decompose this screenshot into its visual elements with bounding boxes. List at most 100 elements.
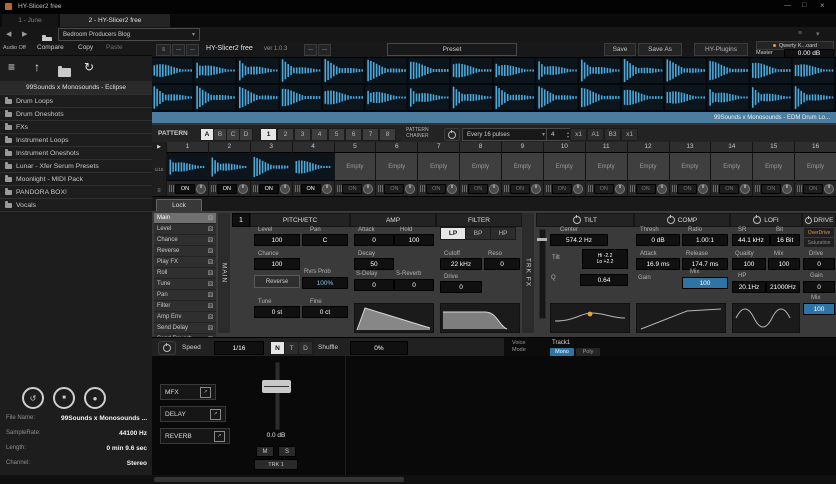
back-arrow-icon[interactable]: ◀ xyxy=(6,30,11,38)
shuffle-value[interactable]: 0% xyxy=(350,341,408,355)
param-item-play-fx[interactable]: Play FX⚄ xyxy=(154,257,216,268)
param-item-amp-env[interactable]: Amp Env⚄ xyxy=(154,312,216,323)
menu-slot-icon[interactable]: — xyxy=(172,44,185,56)
preset-dropdown[interactable]: Preset xyxy=(387,43,517,56)
tilt-trim-slider[interactable] xyxy=(539,229,546,319)
sr-value[interactable]: 44.1 kHz xyxy=(732,234,770,246)
pattern-slot-1[interactable]: 1 xyxy=(260,128,277,141)
comp-mix-value[interactable]: 100 xyxy=(682,277,728,289)
tab-june[interactable]: 1 - June xyxy=(2,14,58,27)
level-value[interactable]: 100 xyxy=(254,234,300,246)
slice-level-knob[interactable] xyxy=(196,184,206,194)
poly-button[interactable]: Poly xyxy=(576,348,600,356)
list-item-pandora-box[interactable]: PANDORA BOX! xyxy=(0,186,152,199)
slice-level-knob[interactable] xyxy=(489,184,499,194)
fine-value[interactable]: 0 ct xyxy=(302,306,348,318)
solo-button[interactable]: S xyxy=(278,446,296,457)
note-mode-n-button[interactable]: N xyxy=(270,341,285,355)
slice-on-button[interactable]: ON xyxy=(510,184,530,194)
comp-attack-value[interactable]: 16.9 ms xyxy=(636,258,680,270)
fader-value[interactable]: 0.0 dB xyxy=(251,432,301,439)
dice-icon[interactable]: ⚄ xyxy=(208,292,213,299)
slice-on-button[interactable]: ON xyxy=(719,184,739,194)
chain-step-4[interactable]: x1 xyxy=(621,128,638,141)
scrollbar-handle[interactable] xyxy=(154,477,404,482)
slice-7[interactable]: 7EmptyON xyxy=(417,142,459,196)
slice-level-knob[interactable] xyxy=(740,184,750,194)
q-value[interactable]: 0.64 xyxy=(580,274,628,286)
slice-on-button[interactable]: ON xyxy=(803,184,823,194)
slice-9[interactable]: 9EmptyON xyxy=(501,142,543,196)
param-item-level[interactable]: Level⚄ xyxy=(154,224,216,235)
drive-value[interactable]: 0 xyxy=(803,258,835,270)
reverse-button[interactable]: Reverse xyxy=(254,275,300,288)
menu-slot-icon[interactable]: — xyxy=(304,44,317,56)
grid-rate-value[interactable]: 1/16 xyxy=(155,167,164,172)
bit-value[interactable]: 16 Bit xyxy=(770,234,800,246)
slice-level-knob[interactable] xyxy=(280,184,290,194)
grid-menu-icon[interactable]: ≡ xyxy=(157,188,161,194)
import-icon[interactable]: ↑ xyxy=(34,60,40,74)
slice-13[interactable]: 13EmptyON xyxy=(669,142,711,196)
slice-11[interactable]: 11EmptyON xyxy=(585,142,627,196)
slice-16[interactable]: 16EmptyON xyxy=(794,142,836,196)
pattern-bank-b[interactable]: B xyxy=(213,128,227,141)
pattern-slot-6[interactable]: 6 xyxy=(345,128,362,141)
slice-level-knob[interactable] xyxy=(447,184,457,194)
tilt-power-icon[interactable] xyxy=(573,216,581,224)
save-as-button[interactable]: Save As xyxy=(638,43,682,56)
loop-button[interactable]: ↺ xyxy=(22,387,44,409)
delay-button[interactable]: DELAY ↗ xyxy=(160,406,226,422)
speed-power-button[interactable] xyxy=(158,341,176,355)
reso-value[interactable]: 0 xyxy=(484,258,520,270)
dice-icon[interactable]: ⚄ xyxy=(208,259,213,266)
slice-on-button[interactable]: ON xyxy=(175,184,195,194)
popout-icon[interactable]: ↗ xyxy=(200,387,211,398)
compare-button[interactable]: Compare xyxy=(37,44,64,51)
play-icon[interactable]: ▶ xyxy=(157,144,161,150)
slice-12[interactable]: 12EmptyON xyxy=(627,142,669,196)
slice-5[interactable]: 5EmptyON xyxy=(334,142,376,196)
menu-slot-icon[interactable]: — xyxy=(318,44,331,56)
mfx-button[interactable]: MFX ↗ xyxy=(160,384,216,400)
menu-slot-icon[interactable]: — xyxy=(186,44,199,56)
slice-3[interactable]: 3ON xyxy=(250,142,292,196)
minimize-icon[interactable]: — xyxy=(784,2,791,9)
slider-handle[interactable] xyxy=(537,238,547,241)
s-delay-value[interactable]: 0 xyxy=(354,279,394,291)
slice-2[interactable]: 2ON xyxy=(208,142,250,196)
filter-lp-button[interactable]: LP xyxy=(440,227,466,240)
reverb-button[interactable]: REVERB ↗ xyxy=(160,428,230,444)
list-item-moonlight-midi[interactable]: Moonlight - MIDI Pack xyxy=(0,173,152,186)
slice-1[interactable]: 1ON xyxy=(166,142,208,196)
slice-level-knob[interactable] xyxy=(782,184,792,194)
param-item-tune[interactable]: Tune⚄ xyxy=(154,279,216,290)
chain-step-2[interactable]: A1 xyxy=(587,128,604,141)
slice-on-button[interactable]: ON xyxy=(342,184,362,194)
slice-on-button[interactable]: ON xyxy=(468,184,488,194)
pulse-dropdown[interactable]: Every 16 pulses ▾ xyxy=(462,128,550,141)
quality-value[interactable]: 100 xyxy=(732,258,766,270)
pattern-slot-8[interactable]: 8 xyxy=(379,128,396,141)
lofi-mix-value[interactable]: 100 xyxy=(768,258,800,270)
note-mode-d-button[interactable]: D xyxy=(298,341,313,355)
pattern-slot-2[interactable]: 2 xyxy=(277,128,294,141)
pan-value[interactable]: C xyxy=(302,234,348,246)
breadcrumb-dropdown[interactable]: Bedroom Producers Blog ▾ xyxy=(58,28,200,41)
open-folder-icon[interactable] xyxy=(58,68,71,77)
track-name-chip[interactable]: TRK 1 xyxy=(254,459,298,470)
slice-on-button[interactable]: ON xyxy=(552,184,572,194)
lp-value[interactable]: 21000Hz xyxy=(766,281,800,293)
horizontal-scrollbar[interactable] xyxy=(0,475,836,484)
slice-level-knob[interactable] xyxy=(615,184,625,194)
slice-on-button[interactable]: ON xyxy=(259,184,279,194)
rvrs-prob-value[interactable]: 100% xyxy=(302,277,348,289)
slice-6[interactable]: 6EmptyON xyxy=(375,142,417,196)
panel-dropdown-icon[interactable]: ▾ xyxy=(816,30,820,38)
param-item-pan[interactable]: Pan⚄ xyxy=(154,290,216,301)
list-item-drum-loops[interactable]: Drum Loops xyxy=(0,95,152,108)
audio-off-toggle[interactable]: Audio Off xyxy=(3,45,26,51)
chance-value[interactable]: 100 xyxy=(254,258,300,270)
master-value[interactable]: 0.00 dB xyxy=(784,49,834,58)
pattern-bank-c[interactable]: C xyxy=(226,128,240,141)
